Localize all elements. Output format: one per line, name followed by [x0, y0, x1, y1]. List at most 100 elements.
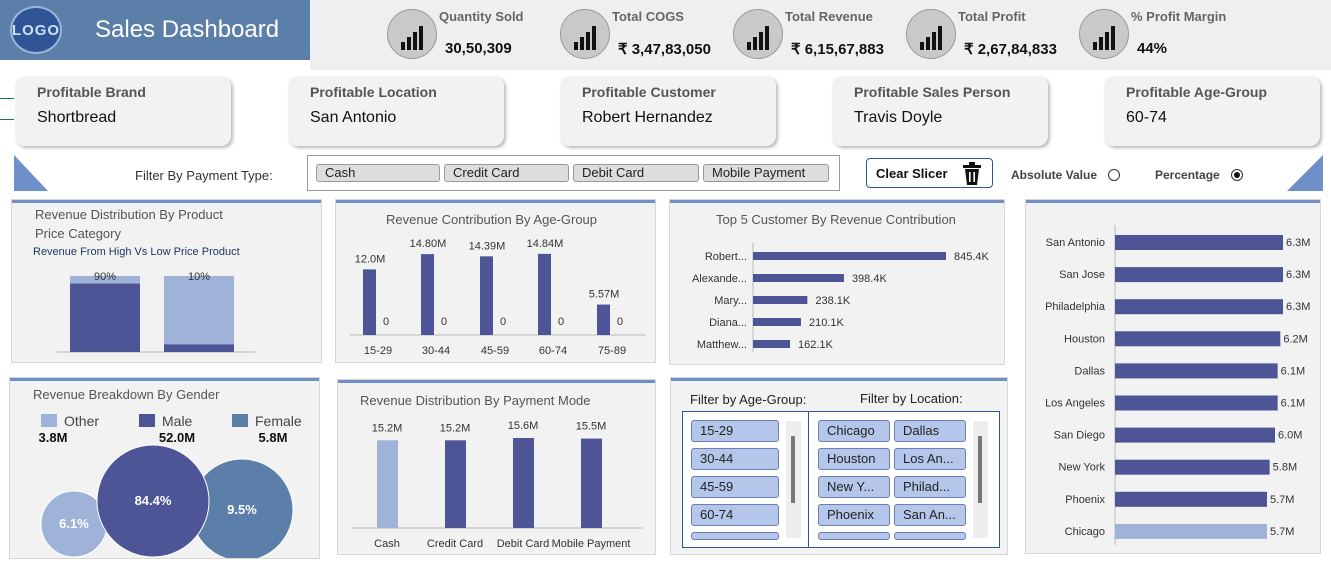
- top-customers-panel: Top 5 Customer By Revenue Contribution R…: [669, 199, 1005, 365]
- age-slicer-item[interactable]: 60-74: [691, 504, 779, 526]
- location-tick-label: San Antonio: [1046, 237, 1105, 249]
- location-bar: [1115, 395, 1278, 411]
- price-data-label: 10%: [188, 271, 210, 283]
- location-bar: [1115, 331, 1281, 347]
- card-label: Profitable Location: [310, 84, 437, 100]
- location-tick-label: San Diego: [1054, 430, 1105, 442]
- payment-option-mobile-payment[interactable]: Mobile Payment: [703, 164, 829, 182]
- location-slicer-item[interactable]: Los An...: [894, 448, 966, 470]
- payment-chart: 15.2M Cash 15.2M Credit Card 15.6M Debit Card…: [352, 420, 643, 550]
- location-panel: San Antonio 6.3M San Jose 6.3M Philadelphia 6…: [1025, 199, 1321, 554]
- percentage-label: Percentage: [1155, 168, 1220, 182]
- payment-option-debit-card[interactable]: Debit Card: [573, 164, 699, 182]
- line-chart-up-icon: [560, 9, 610, 59]
- right-triangle-decor: [1287, 155, 1323, 191]
- payment-bar: [513, 438, 534, 528]
- clear-slicer-label: Clear Slicer: [876, 166, 948, 181]
- location-bar: [1115, 459, 1270, 475]
- location-bar: [1115, 491, 1267, 507]
- location-tick-label: San Jose: [1059, 269, 1105, 281]
- profitable-card: Profitable Brand Shortbread: [15, 76, 231, 146]
- payment-data-label: 15.5M: [576, 421, 607, 433]
- top5-tick-label: Mary...: [714, 295, 747, 307]
- age-tick-label: 45-59: [481, 345, 509, 357]
- location-slicer-item[interactable]: Phoenix: [818, 504, 890, 526]
- age-tick-label: 15-29: [364, 345, 392, 357]
- gender-total-label: 5.8M: [259, 430, 288, 445]
- location-tick-label: Chicago: [1065, 526, 1105, 538]
- location-data-label: 6.3M: [1286, 301, 1310, 313]
- location-slicer-item[interactable]: Houston: [818, 448, 890, 470]
- location-slicer-item[interactable]: New Y...: [818, 476, 890, 498]
- age-data-label: 12.0M: [355, 253, 386, 265]
- location-scrollbar[interactable]: [973, 421, 988, 538]
- payment-bar: [445, 440, 466, 528]
- top5-tick-label: Matthew...: [697, 339, 747, 351]
- location-slicer-item[interactable]: San An...: [894, 504, 966, 526]
- age-zero-label: 0: [441, 316, 447, 328]
- payment-option-credit-card[interactable]: Credit Card: [444, 164, 569, 182]
- location-bar: [1115, 523, 1267, 539]
- location-chart: San Antonio 6.3M San Jose 6.3M Philadelphia 6…: [1045, 225, 1310, 545]
- top5-bar: [753, 296, 808, 304]
- gender-legend-swatch: [41, 414, 57, 427]
- absolute-value-label: Absolute Value: [1011, 168, 1098, 182]
- kpi-label: Quantity Sold: [439, 9, 524, 24]
- top5-data-label: 845.4K: [954, 251, 990, 263]
- location-tick-label: Philadelphia: [1045, 301, 1106, 313]
- top5-data-label: 162.1K: [798, 339, 834, 351]
- location-slicer-item-partial[interactable]: [894, 532, 966, 540]
- kpi-label: Total COGS: [612, 9, 684, 24]
- gender-legend-label: Male: [162, 413, 193, 429]
- gender-share-label: 9.5%: [227, 502, 257, 517]
- top5-bar: [753, 274, 844, 282]
- gender-chart: Other3.8M Male52.0M Female5.8M 6.1% 9.5% 84.4…: [39, 413, 302, 558]
- card-value: Travis Doyle: [854, 109, 943, 126]
- age-slicer-item[interactable]: 30-44: [691, 448, 779, 470]
- payment-filter-label: Filter By Payment Type:: [135, 168, 273, 183]
- age-chart: 12.0M 0 15-29 14.80M 0 30-44 14.39M 0 45-59 14.84…: [350, 238, 646, 357]
- location-tick-label: New York: [1059, 462, 1106, 474]
- location-data-label: 6.3M: [1286, 237, 1310, 249]
- payment-option-cash[interactable]: Cash: [316, 164, 440, 182]
- location-slicer-item-partial[interactable]: [818, 532, 890, 540]
- age-scrollbar[interactable]: [786, 421, 801, 538]
- kpi-label: % Profit Margin: [1131, 9, 1227, 24]
- page-title: Sales Dashboard: [95, 16, 280, 43]
- age-tick-label: 60-74: [539, 345, 567, 357]
- absolute-value-radio[interactable]: [1108, 169, 1120, 181]
- gender-panel: Revenue Breakdown By Gender Other 3.8M Mal…: [9, 377, 320, 559]
- location-data-label: 5.7M: [1270, 526, 1294, 538]
- location-tick-label: Houston: [1064, 333, 1105, 345]
- age-data-label: 5.57M: [589, 289, 620, 301]
- age-slicer-item[interactable]: 15-29: [691, 420, 779, 442]
- percentage-radio[interactable]: [1231, 169, 1243, 181]
- kpi-value: 44%: [1137, 40, 1168, 57]
- top5-data-label: 210.1K: [809, 317, 845, 329]
- price-category-panel: Revenue Distribution By Product Price Ca…: [11, 199, 322, 363]
- age-bar: [480, 256, 493, 335]
- kpi-value: ₹ 6,15,67,883: [791, 41, 884, 58]
- profitable-card: Profitable Location San Antonio: [288, 76, 504, 146]
- card-label: Profitable Customer: [582, 84, 716, 100]
- left-triangle-decor: [14, 155, 48, 191]
- connector-lines: [0, 98, 14, 120]
- age-data-label: 14.84M: [527, 238, 564, 250]
- location-tick-label: Dallas: [1074, 365, 1105, 377]
- revenue-chart-icon: [733, 9, 783, 59]
- age-slicer-item[interactable]: 45-59: [691, 476, 779, 498]
- location-slicer-item[interactable]: Chicago: [818, 420, 890, 442]
- location-bar: [1115, 267, 1283, 283]
- profit-chart-icon: [906, 9, 956, 59]
- profitable-card: Profitable Age-Group 60-74: [1104, 76, 1320, 146]
- clear-slicer-button[interactable]: Clear Slicer: [866, 158, 993, 188]
- age-zero-label: 0: [617, 316, 623, 328]
- top5-tick-label: Alexande...: [692, 273, 747, 285]
- location-slicer-item[interactable]: Dallas: [894, 420, 966, 442]
- gender-share-label: 84.4%: [135, 493, 172, 508]
- location-data-label: 6.1M: [1281, 365, 1305, 377]
- age-bar: [363, 269, 376, 335]
- card-value: Shortbread: [37, 109, 117, 126]
- age-slicer-item-partial[interactable]: [691, 532, 779, 540]
- location-slicer-item[interactable]: Philad...: [894, 476, 966, 498]
